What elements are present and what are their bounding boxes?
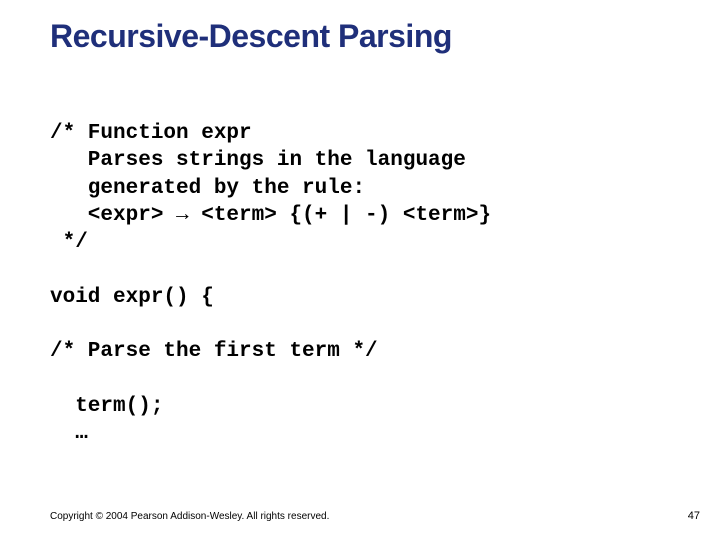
slide-title: Recursive-Descent Parsing [50,18,452,55]
page-number: 47 [688,510,700,522]
copyright-text: Copyright © 2004 Pearson Addison-Wesley.… [50,511,329,522]
code-block: /* Function expr Parses strings in the l… [50,120,491,448]
slide: Recursive-Descent Parsing /* Function ex… [0,0,720,540]
